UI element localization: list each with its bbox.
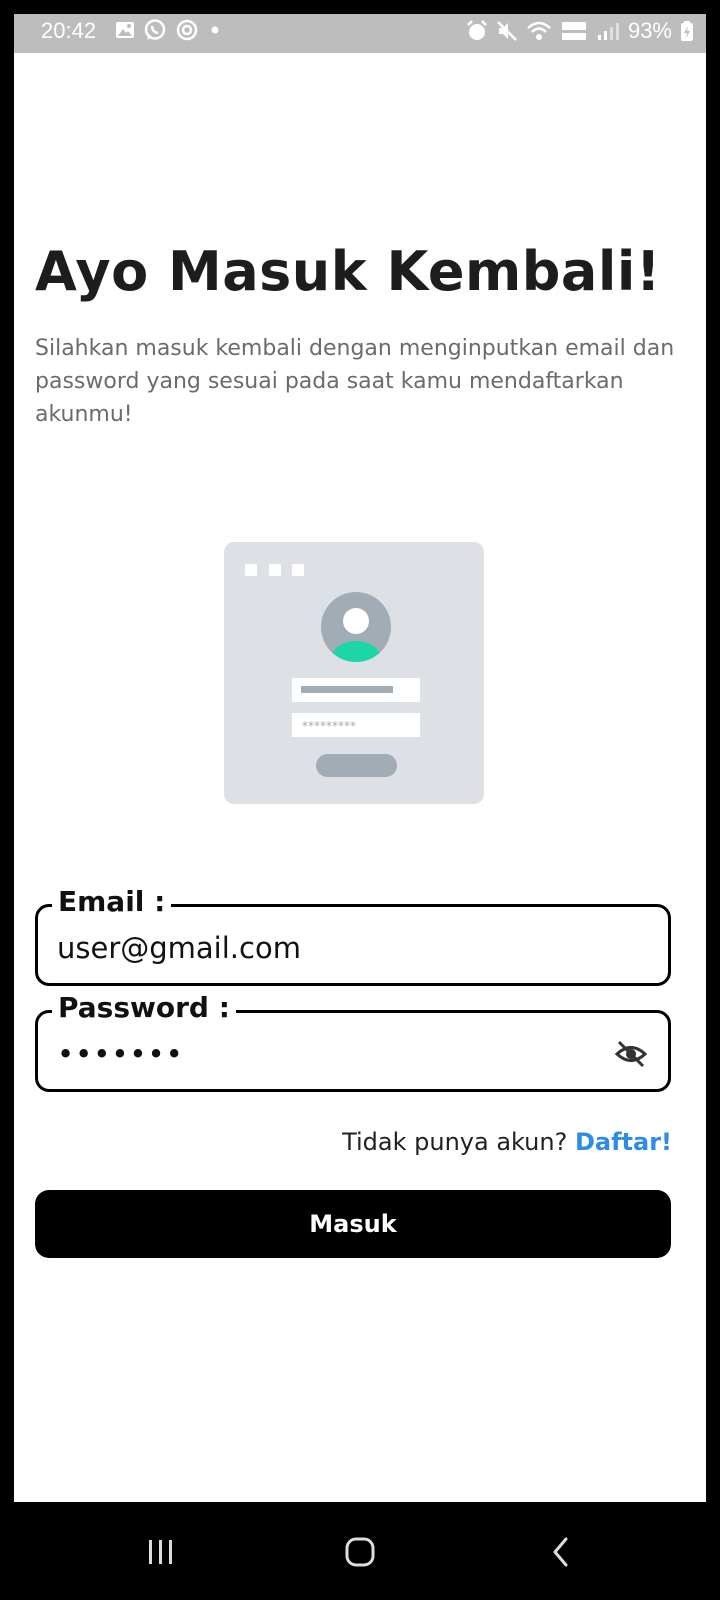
alarm-icon: [467, 20, 487, 40]
status-notification-icons: [115, 18, 223, 42]
page-title: Ayo Masuk Kembali!: [35, 240, 661, 303]
button-graphic: [316, 754, 397, 777]
system-nav-bar: [0, 1502, 720, 1600]
login-button-label: Masuk: [309, 1210, 397, 1238]
volte-icon: [561, 22, 586, 40]
username-line: [301, 686, 393, 693]
app-screen: 20:42 93% Ayo Masuk Kembali! Silahkan ma…: [14, 14, 706, 1502]
email-field[interactable]: Email : user@gmail.com: [35, 885, 671, 986]
window-dot: [269, 564, 281, 576]
battery-charging-icon: [681, 21, 693, 41]
password-field[interactable]: Password : •••••••: [35, 991, 671, 1092]
email-input[interactable]: user@gmail.com: [57, 931, 301, 965]
password-label: Password :: [52, 991, 236, 1024]
email-label: Email :: [52, 885, 172, 918]
signup-prompt-row: Tidak punya akun? Daftar!: [342, 1128, 672, 1156]
status-bar: 20:42 93%: [14, 14, 706, 53]
status-system-icons: 93%: [466, 18, 694, 44]
back-icon[interactable]: [542, 1532, 582, 1572]
whatsapp-icon: [144, 19, 166, 40]
dot-icon: [211, 26, 219, 34]
login-button[interactable]: Masuk: [35, 1190, 671, 1258]
avatar-head: [343, 608, 369, 634]
mute-icon: [497, 21, 517, 41]
window-dot: [292, 564, 304, 576]
signup-link[interactable]: Daftar!: [575, 1128, 672, 1156]
password-input[interactable]: •••••••: [57, 1037, 184, 1071]
eye-off-icon[interactable]: [614, 1037, 648, 1071]
recent-apps-icon[interactable]: [140, 1532, 180, 1572]
window-dot: [245, 564, 257, 576]
page-subtitle: Silahkan masuk kembali dengan menginputk…: [35, 336, 675, 427]
battery-percent: 93%: [627, 18, 672, 43]
home-icon[interactable]: [340, 1532, 380, 1572]
sync-icon: [176, 19, 198, 41]
gallery-icon: [116, 22, 134, 38]
signal-icon: [597, 23, 619, 40]
status-time: 20:42: [41, 18, 97, 43]
signup-prompt-text: Tidak punya akun?: [342, 1128, 568, 1156]
wifi-icon: [527, 21, 551, 40]
login-illustration: *********: [224, 542, 484, 804]
password-mask-text: *********: [302, 719, 356, 733]
